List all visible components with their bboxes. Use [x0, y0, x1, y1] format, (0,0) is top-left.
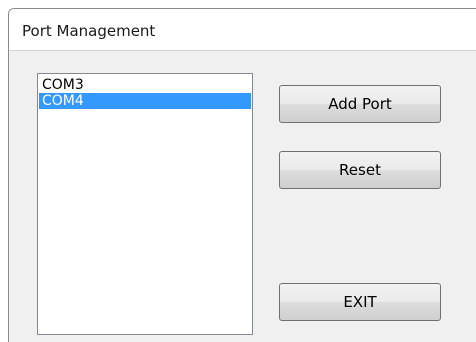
- port-management-dialog: Port Management COM3 COM4 Add Port Reset…: [8, 8, 476, 342]
- add-port-button[interactable]: Add Port: [279, 85, 441, 123]
- exit-button[interactable]: EXIT: [279, 283, 441, 321]
- title-bar[interactable]: Port Management: [9, 9, 476, 51]
- list-item-com3[interactable]: COM3: [39, 77, 251, 93]
- window-title: Port Management: [22, 22, 156, 40]
- port-listbox[interactable]: COM3 COM4: [37, 73, 253, 335]
- list-item-com4[interactable]: COM4: [39, 93, 251, 109]
- reset-button[interactable]: Reset: [279, 151, 441, 189]
